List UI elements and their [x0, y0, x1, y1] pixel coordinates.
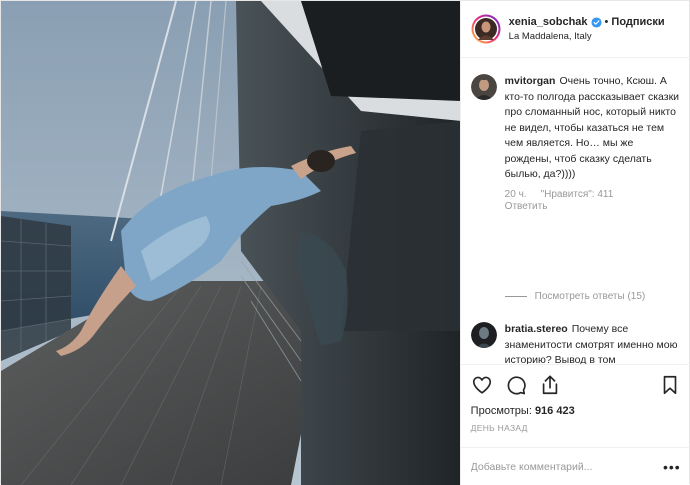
avatar-image — [471, 14, 501, 44]
heart-icon[interactable] — [471, 374, 493, 396]
reply-button[interactable]: Ответить — [505, 201, 681, 212]
view-replies-label: Посмотреть ответы (15) — [534, 291, 646, 302]
post-location[interactable]: La Maddalena, Italy — [509, 31, 665, 42]
author-avatar[interactable] — [471, 14, 501, 44]
comment-icon[interactable] — [505, 374, 527, 396]
comment-item: bratia.stereo Почему все знаменитости смо… — [470, 322, 681, 364]
yacht-photo — [1, 1, 460, 485]
view-replies-button[interactable]: Посмотреть ответы (15) — [504, 291, 646, 302]
views-number: 916 423 — [534, 405, 575, 417]
comment-text: Очень точно, Ксюш. А кто-то полгода расс… — [504, 75, 680, 180]
bookmark-icon[interactable] — [659, 374, 681, 396]
views-count[interactable]: Просмотры: 916 423 — [471, 405, 681, 417]
header-separator: • — [604, 16, 609, 28]
share-icon[interactable] — [539, 374, 561, 396]
comment-likes[interactable]: "Нравится": 411 — [541, 189, 614, 200]
more-options-icon[interactable]: ••• — [663, 460, 681, 474]
post-actions: Просмотры: 916 423 ДЕНЬ НАЗАД — [460, 364, 690, 433]
views-label: Просмотры: — [470, 405, 532, 417]
add-comment-bar: ••• — [460, 447, 690, 485]
comment-username[interactable]: bratia.stereo — [505, 323, 568, 335]
comments-list[interactable]: mvitorgan Очень точно, Ксюш. А кто-то пол… — [461, 58, 690, 364]
comment-time[interactable]: 20 ч. — [505, 189, 527, 200]
comment-item: mvitorgan Очень точно, Ксюш. А кто-то пол… — [470, 74, 681, 212]
post-timestamp[interactable]: ДЕНЬ НАЗАД — [471, 423, 681, 433]
author-username[interactable]: xenia_sobchak — [509, 16, 588, 28]
comment-username[interactable]: mvitorgan — [505, 75, 556, 87]
replies-divider — [504, 296, 527, 297]
following-button[interactable]: Подписки — [611, 16, 664, 28]
verified-badge-icon — [591, 16, 602, 28]
commenter-avatar[interactable] — [470, 322, 497, 348]
post-media[interactable] — [1, 1, 460, 485]
comment-input[interactable] — [470, 460, 631, 473]
post-header: xenia_sobchak • Подписки La Maddalena, I… — [460, 1, 690, 58]
post-sidebar: xenia_sobchak • Подписки La Maddalena, I… — [459, 1, 690, 485]
instagram-post: xenia_sobchak • Подписки La Maddalena, I… — [0, 0, 690, 485]
commenter-avatar[interactable] — [470, 74, 497, 100]
